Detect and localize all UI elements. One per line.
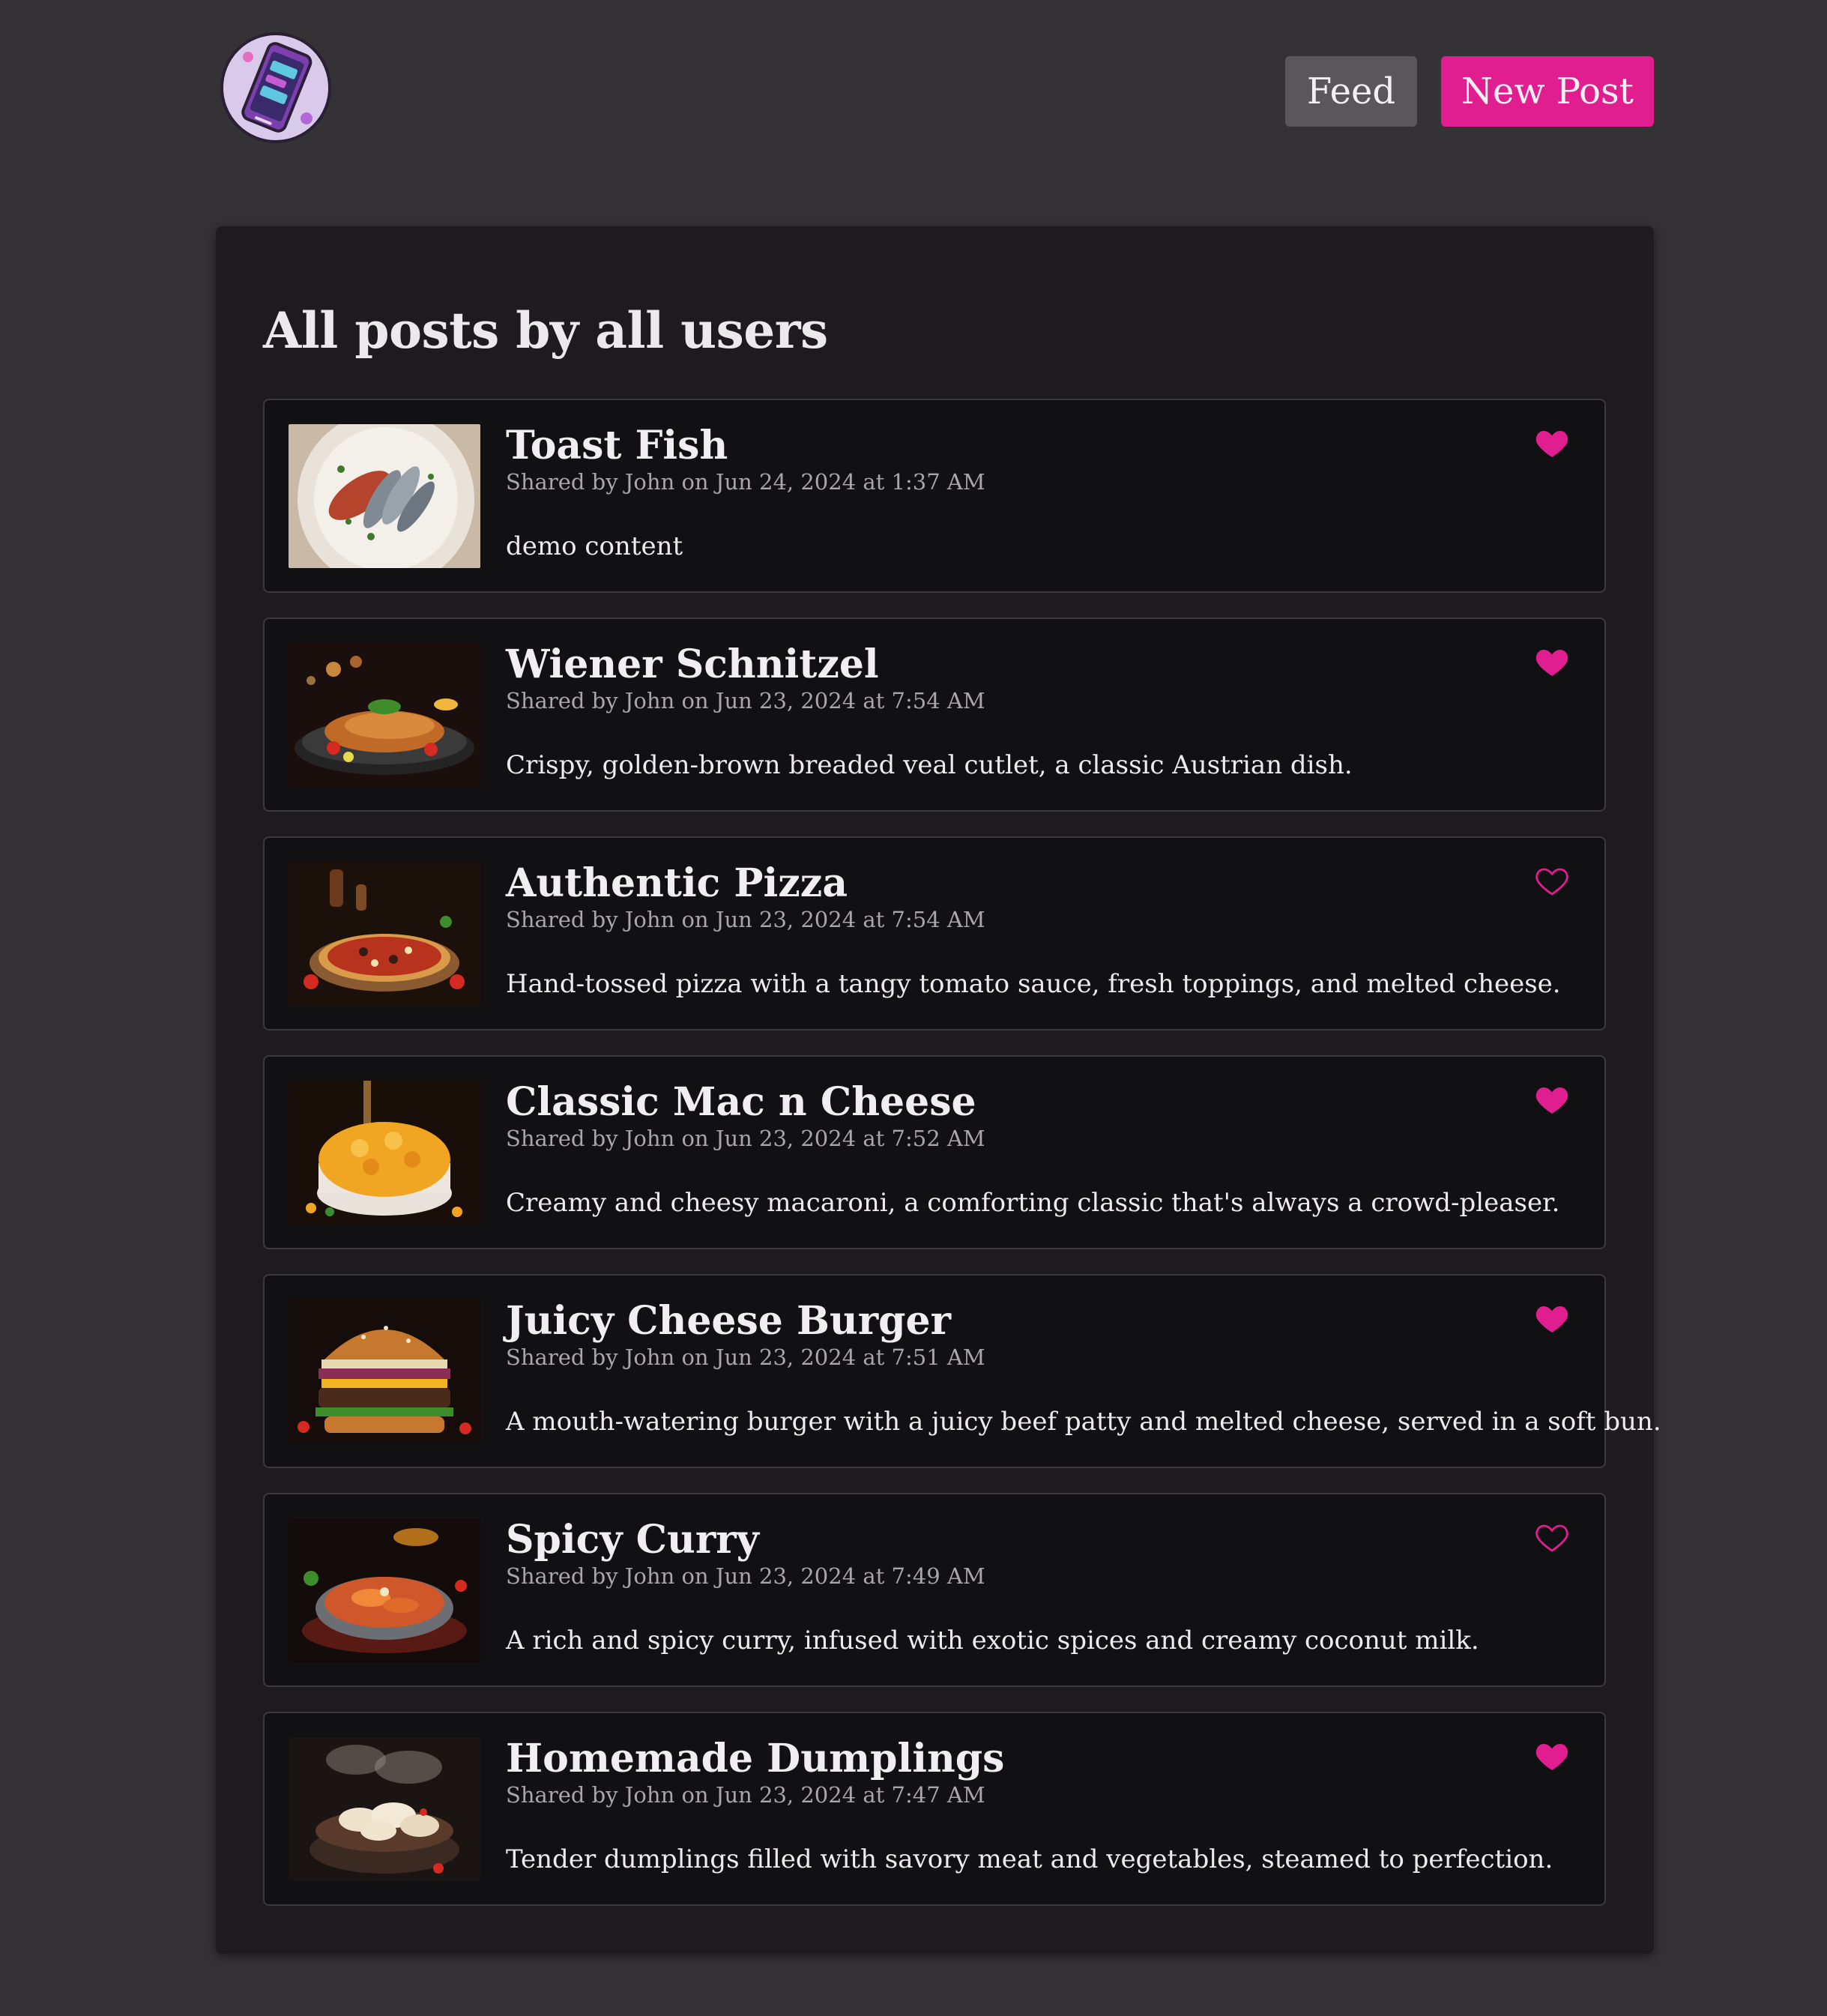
- dumplings-photo[interactable]: [289, 1737, 480, 1881]
- post-content: A rich and spicy curry, infused with exo…: [506, 1626, 1479, 1656]
- post-title[interactable]: Homemade Dumplings: [506, 1736, 1004, 1781]
- heart-filled-icon[interactable]: [1534, 1082, 1570, 1118]
- post-title[interactable]: Juicy Cheese Burger: [506, 1298, 951, 1344]
- heart-filled-icon[interactable]: [1534, 1739, 1570, 1775]
- burger-photo[interactable]: [289, 1300, 480, 1443]
- post-card[interactable]: Toast Fish Shared by John on Jun 24, 202…: [263, 399, 1606, 593]
- heart-outline-icon[interactable]: [1534, 1520, 1570, 1556]
- heart-outline-icon[interactable]: [1534, 863, 1570, 899]
- post-content: A mouth-watering burger with a juicy bee…: [506, 1407, 1661, 1437]
- post-meta: Shared by John on Jun 23, 2024 at 7:47 A…: [506, 1782, 985, 1808]
- posts-panel: All posts by all users Toast Fish Shared…: [216, 226, 1661, 1954]
- pizza-photo[interactable]: [289, 862, 480, 1006]
- heart-filled-icon[interactable]: [1534, 1301, 1570, 1337]
- post-content: Creamy and cheesy macaroni, a comforting…: [506, 1188, 1560, 1218]
- post-title[interactable]: Authentic Pizza: [506, 860, 848, 906]
- heart-filled-icon[interactable]: [1534, 426, 1570, 462]
- post-content: Tender dumplings filled with savory meat…: [506, 1844, 1553, 1874]
- post-card[interactable]: Wiener Schnitzel Shared by John on Jun 2…: [263, 618, 1606, 812]
- heart-filled-icon[interactable]: [1534, 645, 1570, 680]
- post-content: demo content: [506, 531, 683, 561]
- mac-and-cheese-photo[interactable]: [289, 1081, 480, 1225]
- post-card[interactable]: Homemade Dumplings Shared by John on Jun…: [263, 1712, 1606, 1906]
- post-meta: Shared by John on Jun 23, 2024 at 7:52 A…: [506, 1126, 985, 1151]
- post-card[interactable]: Classic Mac n Cheese Shared by John on J…: [263, 1055, 1606, 1249]
- fish-dish-photo[interactable]: [289, 424, 480, 568]
- post-list: Toast Fish Shared by John on Jun 24, 202…: [263, 399, 1661, 1931]
- schnitzel-photo[interactable]: [289, 643, 480, 787]
- post-content: Crispy, golden-brown breaded veal cutlet…: [506, 750, 1353, 780]
- curry-photo[interactable]: [289, 1518, 480, 1662]
- post-title[interactable]: Classic Mac n Cheese: [506, 1079, 976, 1125]
- post-meta: Shared by John on Jun 23, 2024 at 7:51 A…: [506, 1344, 985, 1370]
- page: Feed New Post All posts by all users Toa…: [0, 0, 1827, 2016]
- post-card[interactable]: Authentic Pizza Shared by John on Jun 23…: [263, 836, 1606, 1030]
- post-content: Hand-tossed pizza with a tangy tomato sa…: [506, 969, 1561, 999]
- post-meta: Shared by John on Jun 24, 2024 at 1:37 A…: [506, 469, 985, 495]
- feed-button[interactable]: Feed: [1285, 56, 1417, 127]
- post-title[interactable]: Spicy Curry: [506, 1517, 759, 1563]
- post-card[interactable]: Spicy Curry Shared by John on Jun 23, 20…: [263, 1493, 1606, 1687]
- top-nav: Feed New Post: [1285, 56, 1654, 127]
- new-post-button[interactable]: New Post: [1441, 56, 1654, 127]
- post-meta: Shared by John on Jun 23, 2024 at 7:49 A…: [506, 1563, 985, 1589]
- post-meta: Shared by John on Jun 23, 2024 at 7:54 A…: [506, 688, 985, 713]
- page-title: All posts by all users: [263, 301, 828, 360]
- post-card[interactable]: Juicy Cheese Burger Shared by John on Ju…: [263, 1274, 1661, 1468]
- phone-app-logo-icon[interactable]: [218, 30, 333, 145]
- post-meta: Shared by John on Jun 23, 2024 at 7:54 A…: [506, 907, 985, 932]
- post-title[interactable]: Toast Fish: [506, 423, 728, 468]
- post-title[interactable]: Wiener Schnitzel: [506, 642, 879, 687]
